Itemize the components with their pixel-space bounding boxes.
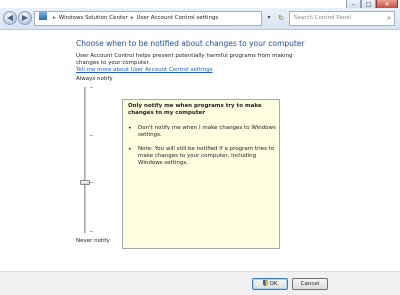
control-panel-icon: [39, 12, 47, 20]
address-dropdown-button[interactable]: ▾: [264, 11, 274, 26]
ok-button[interactable]: OK: [252, 278, 288, 290]
slider-tick: [90, 182, 93, 183]
back-button[interactable]: ◀: [3, 11, 17, 25]
notification-level-title: Only notify me when programs try to make…: [128, 103, 262, 116]
chevron-down-icon: ▾: [267, 14, 271, 21]
slider-top-label: Always notify: [76, 76, 113, 82]
forward-arrow-icon: ▶: [21, 13, 29, 22]
list-item: • Don't notify me when I make changes to…: [128, 125, 276, 139]
bullet-icon: •: [128, 146, 132, 153]
breadcrumb-separator: ▸: [130, 15, 134, 21]
search-placeholder: Search Control Panel: [294, 15, 352, 21]
navigation-bar: ◀ ▶ ▸ Windows Solution Center ▸ User Accoun…: [0, 8, 400, 30]
list-item-text: Note: You will still be notified if a pr…: [138, 146, 275, 166]
search-icon[interactable]: ⌕: [387, 12, 391, 25]
page-description: User Account Control helps prevent poten…: [76, 53, 293, 66]
notification-level-description: Only notify me when programs try to make…: [122, 99, 280, 249]
address-bar[interactable]: ▸ Windows Solution Center ▸ User Account Co…: [34, 11, 262, 26]
page-title: Choose when to be notified about changes…: [76, 39, 305, 48]
breadcrumb-uac-settings[interactable]: User Account Control settings: [137, 15, 219, 21]
list-item: • Note: You will still be notified if a …: [128, 146, 276, 167]
breadcrumb-separator: ▸: [53, 15, 56, 21]
bullet-icon: •: [128, 125, 132, 132]
notification-slider-track[interactable]: [84, 87, 86, 233]
slider-tick: [90, 231, 93, 232]
notification-slider-thumb[interactable]: [80, 180, 90, 185]
dialog-button-bar: OK Cancel: [0, 271, 400, 295]
breadcrumb-windows-solution-center[interactable]: Windows Solution Center: [59, 15, 128, 21]
forward-button[interactable]: ▶: [18, 11, 32, 25]
uac-settings-window: – □ ✕ ◀ ▶ ▸ Windows Solution Center ▸ User …: [0, 0, 400, 295]
slider-bottom-label: Never notify: [76, 238, 110, 244]
ok-button-label: OK: [269, 281, 278, 287]
search-input[interactable]: Search Control Panel ⌕: [289, 11, 395, 26]
refresh-icon: ↻: [278, 14, 284, 22]
cancel-button[interactable]: Cancel: [292, 278, 328, 290]
back-arrow-icon: ◀: [6, 13, 14, 22]
main-content: Choose when to be notified about changes…: [0, 31, 400, 271]
uac-shield-icon: [262, 280, 268, 286]
slider-tick: [90, 135, 93, 136]
notification-details-list: • Don't notify me when I make changes to…: [128, 125, 276, 174]
list-item-text: Don't notify me when I make changes to W…: [138, 125, 276, 138]
slider-tick: [90, 87, 93, 88]
refresh-button[interactable]: ↻: [276, 11, 286, 26]
uac-help-link[interactable]: Tell me more about User Account Control …: [76, 67, 213, 73]
